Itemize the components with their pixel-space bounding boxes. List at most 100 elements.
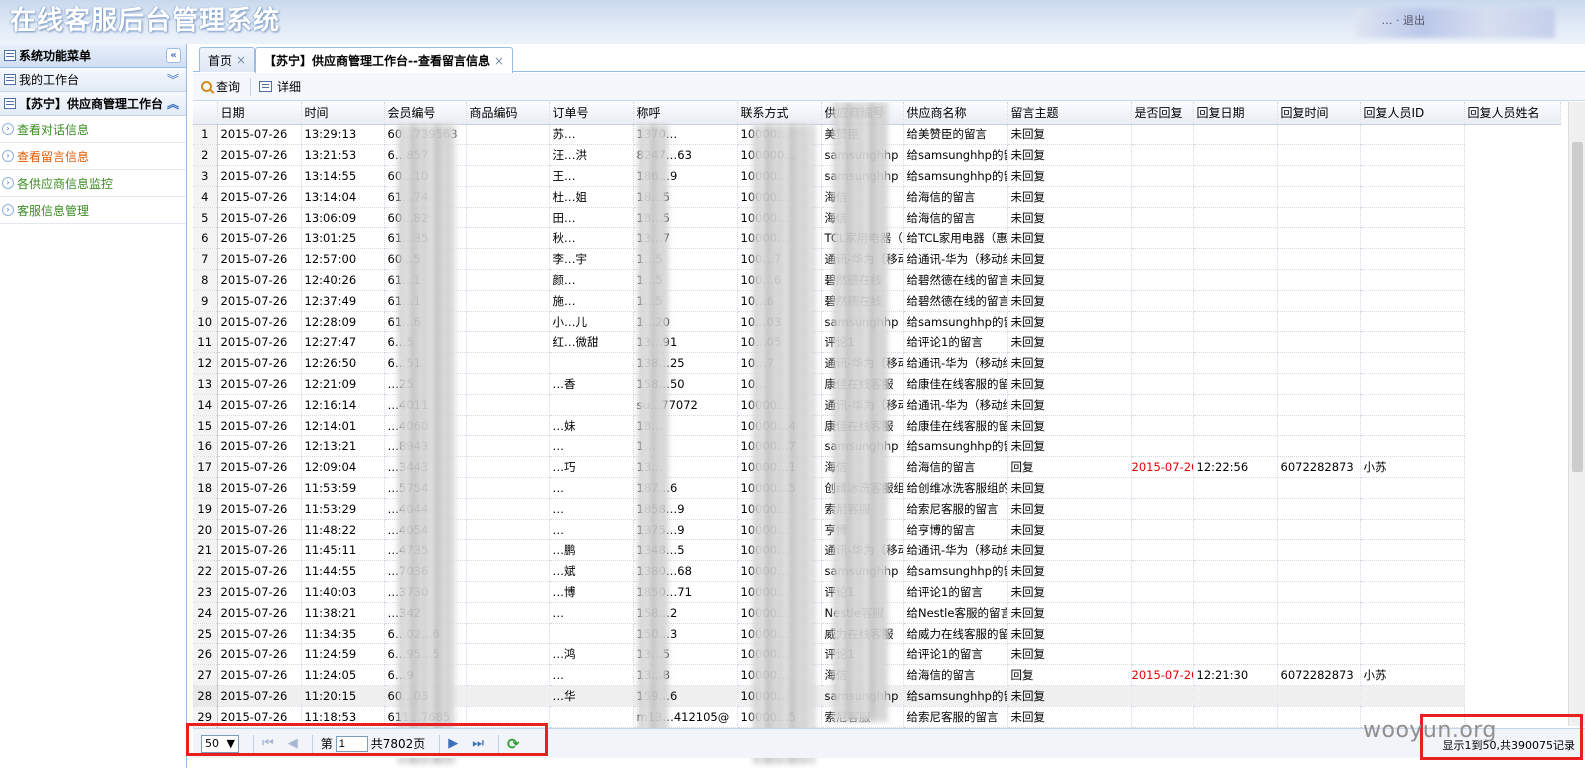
table-cell: 12:27:47 [301, 331, 385, 354]
row-number: 12 [193, 352, 218, 375]
table-cell: 6072282873 [1277, 456, 1361, 479]
table-cell: 未回复 [1007, 519, 1132, 541]
panel-icon [4, 98, 16, 109]
column-header[interactable]: 时间 [301, 102, 385, 125]
column-header[interactable]: 回复人员ID [1360, 102, 1465, 125]
sidebar-item-view-messages[interactable]: › 查看留言信息 [0, 143, 186, 170]
table-cell: 2015-07-26 [217, 311, 302, 333]
table-cell: 未回复 [1007, 207, 1132, 229]
column-header[interactable]: 供应商名称 [903, 102, 1008, 125]
table-cell [1131, 124, 1194, 146]
table-cell [1360, 311, 1465, 333]
scrollbar-thumb[interactable] [1572, 142, 1583, 472]
table-cell: 给碧然德在线的留言 [903, 290, 1008, 312]
column-header[interactable]: 订单号 [549, 102, 634, 125]
row-number: 18 [193, 477, 218, 499]
vertical-scrollbar[interactable] [1568, 102, 1585, 726]
table-cell [1277, 248, 1361, 271]
table-cell [1360, 394, 1465, 416]
column-header[interactable]: 是否回复 [1131, 102, 1194, 125]
query-button[interactable]: 查询 [201, 78, 240, 95]
table-cell [1360, 144, 1465, 167]
column-header[interactable]: 回复日期 [1193, 102, 1278, 125]
table-cell [1277, 539, 1361, 562]
table-cell [1360, 498, 1465, 520]
table-cell [1360, 269, 1465, 291]
tab-view-messages[interactable]: 【苏宁】供应商管理工作台--查看留言信息 × [255, 47, 514, 73]
table-cell [466, 560, 550, 583]
toolbar: 查询 详细 [193, 73, 1585, 101]
row-number: 3 [193, 165, 218, 187]
table-cell [1277, 207, 1361, 229]
table-cell [1193, 602, 1278, 624]
column-header[interactable]: 联系方式 [737, 102, 822, 125]
column-header[interactable]: 回复时间 [1277, 102, 1361, 125]
table-cell [1131, 415, 1194, 437]
table-cell: 11:34:35 [301, 623, 385, 645]
table-cell: 苏… [549, 124, 634, 146]
table-cell [1193, 539, 1278, 562]
table-cell [1277, 311, 1361, 333]
table-cell [466, 373, 550, 395]
table-cell: 11:24:59 [301, 643, 385, 666]
column-header[interactable]: 回复人员姓名 [1464, 102, 1561, 125]
collapse-sidebar-icon[interactable]: « [166, 48, 181, 63]
table-cell: 给通讯-华为（移动终端 [903, 394, 1008, 416]
table-cell [1360, 435, 1465, 458]
table-cell: 给TCL家用电器（惠州） [903, 227, 1008, 250]
table-cell: 红…微甜 [549, 331, 634, 354]
chevron-double-down-icon[interactable]: ︾ [167, 71, 179, 88]
table-cell [1131, 394, 1194, 416]
row-number: 28 [193, 685, 218, 707]
table-cell [1193, 269, 1278, 291]
table-cell: 2015-07-26 [217, 415, 302, 437]
sidebar-item-supplier-monitor[interactable]: › 各供应商信息监控 [0, 170, 186, 197]
sidebar-item-agent-management[interactable]: › 客服信息管理 [0, 197, 186, 224]
table-cell: 未回复 [1007, 415, 1132, 437]
row-number: 26 [193, 643, 218, 666]
table-cell [1360, 623, 1465, 645]
table-cell [1131, 186, 1194, 208]
tab-home[interactable]: 首页 × [199, 47, 256, 72]
table-cell [466, 602, 550, 624]
table-cell [549, 623, 634, 645]
detail-list-icon [259, 81, 273, 92]
table-cell: 给碧然德在线的留言 [903, 269, 1008, 291]
table-cell: …妹 [549, 415, 634, 437]
table-cell [466, 435, 550, 458]
column-header[interactable]: 日期 [217, 102, 302, 125]
close-icon[interactable]: × [494, 54, 504, 68]
detail-label: 详细 [277, 80, 302, 94]
row-number: 24 [193, 602, 218, 624]
table-cell: 未回复 [1007, 706, 1132, 728]
panel-supplier-workbench[interactable]: 【苏宁】供应商管理工作台 ︽ [0, 92, 186, 116]
sidebar-item-view-chats[interactable]: › 查看对话信息 [0, 116, 186, 143]
table-cell [1360, 643, 1465, 666]
table-cell: 2015-07-26 [217, 290, 302, 312]
column-header[interactable]: 称呼 [633, 102, 738, 125]
table-cell [1193, 207, 1278, 229]
privacy-blur [833, 102, 888, 722]
column-header[interactable]: 商品编码 [466, 102, 550, 125]
table-cell [1131, 165, 1194, 187]
table-cell [1193, 643, 1278, 666]
table-cell: 未回复 [1007, 373, 1132, 395]
table-cell [1131, 311, 1194, 333]
table-cell [1193, 248, 1278, 271]
table-cell [549, 352, 634, 375]
detail-button[interactable]: 详细 [259, 78, 301, 95]
table-cell [466, 456, 550, 479]
column-header[interactable]: 会员编号 [384, 102, 467, 125]
column-header[interactable]: 留言主题 [1007, 102, 1132, 125]
panel-my-workbench[interactable]: 我的工作台 ︾ [0, 68, 186, 92]
close-icon[interactable]: × [236, 53, 246, 67]
table-cell [1193, 227, 1278, 250]
table-cell: 给海信的留言 [903, 664, 1008, 687]
table-cell: 小苏 [1360, 456, 1465, 479]
table-cell: 12:13:21 [301, 435, 385, 458]
arrow-right-icon: › [2, 177, 14, 189]
chevron-double-up-icon[interactable]: ︽ [167, 95, 179, 112]
user-info[interactable]: … · 退出 [1382, 12, 1426, 28]
table-cell [1193, 124, 1278, 146]
row-number: 20 [193, 519, 218, 541]
